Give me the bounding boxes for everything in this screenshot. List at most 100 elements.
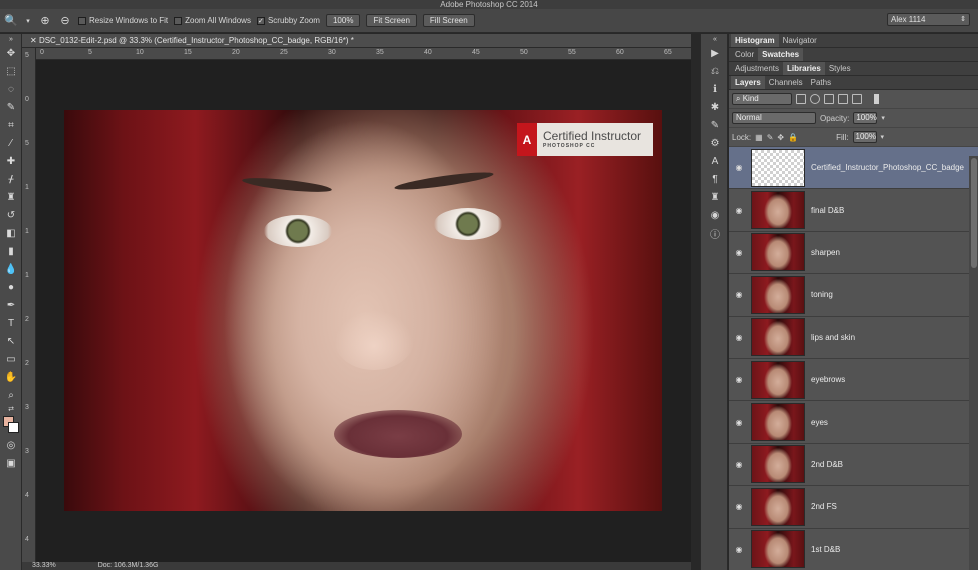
zoom-all-windows-checkbox[interactable]: Zoom All Windows <box>174 16 251 25</box>
history-brush-tool-icon[interactable]: ↺ <box>0 206 22 224</box>
document-tab[interactable]: ✕ DSC_0132-Edit-2.psd @ 33.3% (Certified… <box>22 34 691 48</box>
play-actions-icon[interactable]: ▶ <box>701 44 729 62</box>
tab-adjustments[interactable]: Adjustments <box>731 62 783 75</box>
layer-thumbnail[interactable] <box>751 445 805 484</box>
layer-row[interactable]: ◉ final D&B <box>729 189 978 232</box>
collapse-icon[interactable]: » <box>0 34 22 44</box>
layer-thumbnail[interactable] <box>751 275 805 314</box>
layer-thumbnail[interactable] <box>751 233 805 272</box>
layer-thumbnail[interactable] <box>751 318 805 357</box>
clone-stamp-tool-icon[interactable]: ♜ <box>0 188 22 206</box>
brush-presets-icon[interactable]: ✱ <box>701 98 729 116</box>
layer-thumbnail[interactable] <box>751 403 805 442</box>
layer-row[interactable]: ◉ eyebrows <box>729 358 978 402</box>
zoom-in-icon[interactable]: ⊕ <box>38 14 52 28</box>
tab-paths[interactable]: Paths <box>807 76 835 89</box>
layer-name[interactable]: Certified_Instructor_Photoshop_CC_badge <box>811 163 964 172</box>
scrubby-zoom-checkbox[interactable]: ✓ Scrubby Zoom <box>256 16 320 25</box>
layer-row[interactable]: ◉ Certified_Instructor_Photoshop_CC_badge <box>729 147 978 190</box>
layer-name[interactable]: 2nd FS <box>811 502 837 511</box>
resize-windows-checkbox[interactable]: Resize Windows to Fit <box>78 16 168 25</box>
info-icon[interactable]: ⓘ <box>701 224 729 242</box>
layer-name[interactable]: final D&B <box>811 206 844 215</box>
healing-tool-icon[interactable]: ✚ <box>0 152 22 170</box>
blend-mode-select[interactable]: Normal <box>732 112 816 124</box>
horizontal-ruler[interactable]: 0 5 10 15 20 25 30 35 40 45 50 55 60 65 <box>36 48 691 60</box>
quick-select-tool-icon[interactable]: ✎ <box>0 98 22 116</box>
layer-name[interactable]: 1st D&B <box>811 545 840 554</box>
pixel-filter-icon[interactable] <box>796 94 806 104</box>
swap-colors-icon[interactable]: ⇄ <box>0 404 22 414</box>
layer-name[interactable]: eyes <box>811 418 828 427</box>
visibility-eye-icon[interactable]: ◉ <box>729 206 749 215</box>
document-image[interactable]: A Certified Instructor PHOTOSHOP CC <box>64 110 662 511</box>
adjustment-filter-icon[interactable] <box>810 94 820 104</box>
navigator-icon[interactable]: ◉ <box>701 206 729 224</box>
visibility-eye-icon[interactable]: ◉ <box>729 248 749 257</box>
layer-thumbnail[interactable] <box>751 191 805 230</box>
fill-input[interactable]: 100% <box>852 131 877 143</box>
tab-navigator[interactable]: Navigator <box>779 34 821 47</box>
lock-transparency-icon[interactable]: ▦ <box>755 133 763 142</box>
tab-color[interactable]: Color <box>731 48 758 61</box>
path-select-tool-icon[interactable]: ↖ <box>0 332 22 350</box>
visibility-eye-icon[interactable]: ◉ <box>729 460 749 469</box>
chevron-down-icon[interactable]: ▾ <box>881 133 885 141</box>
blur-tool-icon[interactable]: 💧 <box>0 260 22 278</box>
layer-row[interactable]: ◉ sharpen <box>729 231 978 275</box>
shape-filter-icon[interactable] <box>838 94 848 104</box>
fit-screen-button[interactable]: Fit Screen <box>366 14 417 27</box>
lock-all-icon[interactable]: 🔒 <box>788 133 798 142</box>
layer-name[interactable]: toning <box>811 290 833 299</box>
info-panel-icon[interactable]: ℹ <box>701 80 729 98</box>
gradient-tool-icon[interactable]: ▮ <box>0 242 22 260</box>
shape-tool-icon[interactable]: ▭ <box>0 350 22 368</box>
properties-icon[interactable]: ⚙ <box>701 134 729 152</box>
layer-row[interactable]: ◉ 1st D&B <box>729 528 978 570</box>
visibility-eye-icon[interactable]: ◉ <box>729 375 749 384</box>
paragraph-panel-icon[interactable]: ¶ <box>701 170 729 188</box>
doc-info[interactable]: Doc: 106.3M/1.36G <box>98 562 159 569</box>
color-swatches[interactable] <box>0 414 22 436</box>
visibility-eye-icon[interactable]: ◉ <box>729 418 749 427</box>
lock-pixels-icon[interactable]: ✎ <box>767 133 774 142</box>
lasso-tool-icon[interactable]: ◌ <box>0 80 22 98</box>
fill-screen-button[interactable]: Fill Screen <box>422 14 475 27</box>
smart-object-filter-icon[interactable] <box>852 94 862 104</box>
layer-name[interactable]: sharpen <box>811 248 840 257</box>
zoom-100-button[interactable]: 100% <box>325 14 361 27</box>
kind-filter-select[interactable]: ⌕ Kind <box>732 93 792 105</box>
dodge-tool-icon[interactable]: ● <box>0 278 22 296</box>
layer-row[interactable]: ◉ lips and skin <box>729 316 978 359</box>
tab-libraries[interactable]: Libraries <box>783 62 825 75</box>
zoom-tool-icon[interactable]: ⌕ <box>0 386 22 404</box>
type-tool-icon[interactable]: T <box>0 314 22 332</box>
pen-tool-icon[interactable]: ✒ <box>0 296 22 314</box>
eyedropper-tool-icon[interactable]: ⁄ <box>0 134 22 152</box>
visibility-eye-icon[interactable]: ◉ <box>729 333 749 342</box>
tab-channels[interactable]: Channels <box>765 76 807 89</box>
tool-presets-icon[interactable]: ✎ <box>701 116 729 134</box>
opacity-input[interactable]: 100% <box>853 112 878 124</box>
layer-row[interactable]: ◉ eyes <box>729 401 978 444</box>
character-panel-icon[interactable]: A <box>701 152 729 170</box>
lock-position-icon[interactable]: ✥ <box>777 133 784 142</box>
quick-mask-icon[interactable]: ◎ <box>0 436 22 454</box>
layer-row[interactable]: ◉ 2nd D&B <box>729 443 978 487</box>
marquee-tool-icon[interactable]: ⬚ <box>0 62 22 80</box>
vertical-ruler[interactable]: 5 0 5 1 1 1 2 2 3 3 4 4 <box>22 48 36 562</box>
screen-mode-icon[interactable]: ▣ <box>0 454 22 472</box>
layer-thumbnail[interactable] <box>751 360 805 399</box>
clone-source-icon[interactable]: ♜ <box>701 188 729 206</box>
brush-tool-icon[interactable]: ᚋ <box>0 170 22 188</box>
move-tool-icon[interactable]: ✥ <box>0 44 22 62</box>
layer-row[interactable]: ◉ toning <box>729 274 978 317</box>
zoom-level[interactable]: 33.33% <box>32 562 56 569</box>
type-filter-icon[interactable] <box>824 94 834 104</box>
tab-histogram[interactable]: Histogram <box>731 34 779 47</box>
close-tab-icon[interactable]: ✕ <box>30 36 39 45</box>
visibility-eye-icon[interactable]: ◉ <box>729 163 749 172</box>
background-color-swatch[interactable] <box>8 422 19 433</box>
eraser-tool-icon[interactable]: ◧ <box>0 224 22 242</box>
layer-name[interactable]: 2nd D&B <box>811 460 843 469</box>
